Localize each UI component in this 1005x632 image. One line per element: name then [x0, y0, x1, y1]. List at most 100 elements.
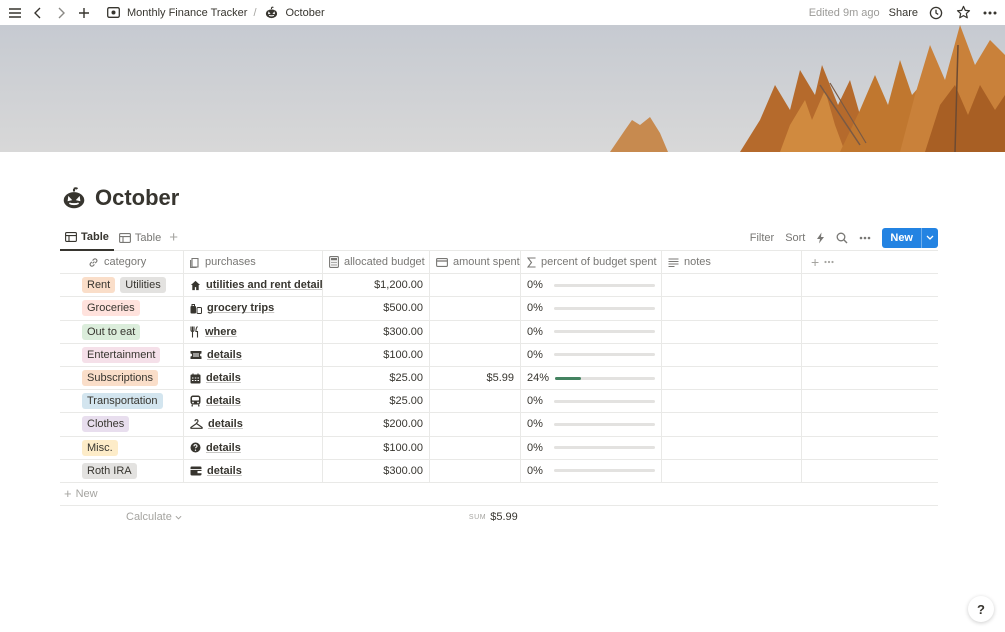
- add-column-icon[interactable]: +: [811, 254, 819, 270]
- cell-amount-spent[interactable]: [430, 274, 521, 297]
- cell-allocated-budget[interactable]: $25.00: [323, 366, 430, 390]
- cell-notes[interactable]: [662, 320, 802, 343]
- table-row[interactable]: Out to eat where $300.00 0%: [60, 320, 938, 344]
- cell-category[interactable]: Roth IRA: [60, 459, 184, 482]
- lightning-icon[interactable]: [816, 232, 825, 244]
- cell-amount-spent[interactable]: [430, 297, 521, 320]
- breadcrumb-item-tracker[interactable]: Monthly Finance Tracker: [127, 7, 247, 19]
- cell-amount-spent[interactable]: [430, 390, 521, 413]
- cell-category[interactable]: Out to eat: [60, 320, 184, 343]
- category-tag[interactable]: Subscriptions: [82, 370, 159, 387]
- cell-amount-spent[interactable]: [430, 436, 521, 459]
- cell-category[interactable]: Entertainment: [60, 343, 184, 366]
- table-row[interactable]: Subscriptions details $25.00 $5.99 24%: [60, 366, 938, 391]
- cell-purchases[interactable]: where: [184, 320, 323, 343]
- cell-amount-spent[interactable]: [430, 343, 521, 366]
- table-row[interactable]: Roth IRA details $300.00 0%: [60, 459, 938, 483]
- table-row[interactable]: Clothes details $200.00 0%: [60, 413, 938, 437]
- cell-category[interactable]: Rent Utilities: [60, 274, 184, 297]
- more-icon[interactable]: [981, 4, 999, 22]
- pumpkin-icon[interactable]: [62, 186, 86, 210]
- cell-notes[interactable]: [662, 413, 802, 436]
- purchase-link[interactable]: details: [207, 465, 242, 477]
- cell-notes[interactable]: [662, 297, 802, 320]
- cell-amount-spent[interactable]: [430, 320, 521, 343]
- cell-notes[interactable]: [662, 459, 802, 482]
- cell-notes[interactable]: [662, 343, 802, 366]
- chevron-down-icon[interactable]: [921, 227, 938, 248]
- cell-purchases[interactable]: details: [184, 413, 323, 436]
- cell-purchases[interactable]: grocery trips: [184, 297, 323, 320]
- category-tag[interactable]: Rent: [82, 277, 116, 294]
- column-header-notes[interactable]: notes: [662, 251, 802, 274]
- purchase-link[interactable]: details: [206, 442, 241, 454]
- forward-arrow-icon[interactable]: [52, 4, 70, 22]
- cell-amount-spent[interactable]: [430, 459, 521, 482]
- cell-category[interactable]: Transportation: [60, 390, 184, 413]
- cell-purchases[interactable]: details: [184, 459, 323, 482]
- cell-notes[interactable]: [662, 366, 802, 390]
- more-icon[interactable]: [824, 260, 834, 264]
- category-tag[interactable]: Entertainment: [82, 346, 161, 363]
- table-row[interactable]: Rent Utilities utilities and rent details…: [60, 274, 938, 298]
- category-tag[interactable]: Roth IRA: [82, 462, 137, 479]
- cover-image[interactable]: [0, 25, 1005, 152]
- add-view-icon[interactable]: +: [169, 229, 178, 246]
- cell-percent[interactable]: 0%: [521, 343, 662, 366]
- plus-icon[interactable]: [75, 4, 93, 22]
- sum-amount-spent[interactable]: SUM $5.99: [469, 511, 518, 523]
- calculate-dropdown[interactable]: Calculate: [126, 511, 182, 523]
- cell-percent[interactable]: 0%: [521, 297, 662, 320]
- share-button[interactable]: Share: [889, 7, 918, 19]
- cell-percent[interactable]: 0%: [521, 459, 662, 482]
- cell-notes[interactable]: [662, 390, 802, 413]
- cell-percent[interactable]: 0%: [521, 413, 662, 436]
- menu-icon[interactable]: [6, 4, 24, 22]
- purchase-link[interactable]: grocery trips: [207, 302, 274, 314]
- cell-notes[interactable]: [662, 436, 802, 459]
- cell-percent[interactable]: 0%: [521, 390, 662, 413]
- more-icon[interactable]: [859, 236, 871, 240]
- column-header-percent[interactable]: percent of budget spent: [521, 251, 662, 274]
- cell-purchases[interactable]: details: [184, 390, 323, 413]
- column-header-amount-spent[interactable]: amount spent: [430, 251, 521, 274]
- category-tag[interactable]: Groceries: [82, 300, 140, 317]
- cell-allocated-budget[interactable]: $25.00: [323, 390, 430, 413]
- help-button[interactable]: ?: [968, 596, 994, 622]
- column-header-allocated-budget[interactable]: allocated budget: [323, 251, 430, 274]
- cell-amount-spent[interactable]: $5.99: [430, 366, 521, 390]
- cell-purchases[interactable]: details: [184, 366, 323, 390]
- cell-category[interactable]: Groceries: [60, 297, 184, 320]
- purchase-link[interactable]: details: [206, 395, 241, 407]
- cell-purchases[interactable]: details: [184, 436, 323, 459]
- category-tag[interactable]: Utilities: [120, 277, 166, 294]
- table-row[interactable]: Transportation details $25.00 0%: [60, 390, 938, 414]
- back-arrow-icon[interactable]: [29, 4, 47, 22]
- cell-allocated-budget[interactable]: $100.00: [323, 343, 430, 366]
- new-row-button[interactable]: + New: [60, 483, 938, 506]
- column-header-purchases[interactable]: purchases: [184, 251, 323, 274]
- category-tag[interactable]: Transportation: [82, 393, 163, 410]
- purchase-link[interactable]: details: [208, 418, 243, 430]
- purchase-link[interactable]: utilities and rent details: [206, 279, 322, 291]
- cell-percent[interactable]: 0%: [521, 436, 662, 459]
- purchase-link[interactable]: details: [207, 349, 242, 361]
- search-icon[interactable]: [836, 232, 848, 244]
- table-row[interactable]: Groceries grocery trips $500.00 0%: [60, 297, 938, 321]
- cell-allocated-budget[interactable]: $300.00: [323, 459, 430, 482]
- category-tag[interactable]: Clothes: [82, 416, 130, 433]
- cell-category[interactable]: Misc.: [60, 436, 184, 459]
- cell-allocated-budget[interactable]: $300.00: [323, 320, 430, 343]
- new-button[interactable]: New: [882, 227, 938, 248]
- view-tab-table-2[interactable]: Table: [114, 225, 166, 251]
- cell-notes[interactable]: [662, 274, 802, 297]
- cell-purchases[interactable]: utilities and rent details: [184, 274, 323, 297]
- category-tag[interactable]: Out to eat: [82, 323, 141, 340]
- clock-icon[interactable]: [927, 4, 945, 22]
- cell-allocated-budget[interactable]: $1,200.00: [323, 274, 430, 297]
- cell-percent[interactable]: 0%: [521, 274, 662, 297]
- new-button-label[interactable]: New: [882, 228, 921, 248]
- view-tab-table-1[interactable]: Table: [60, 225, 114, 251]
- filter-button[interactable]: Filter: [750, 232, 774, 244]
- purchase-link[interactable]: where: [205, 326, 237, 338]
